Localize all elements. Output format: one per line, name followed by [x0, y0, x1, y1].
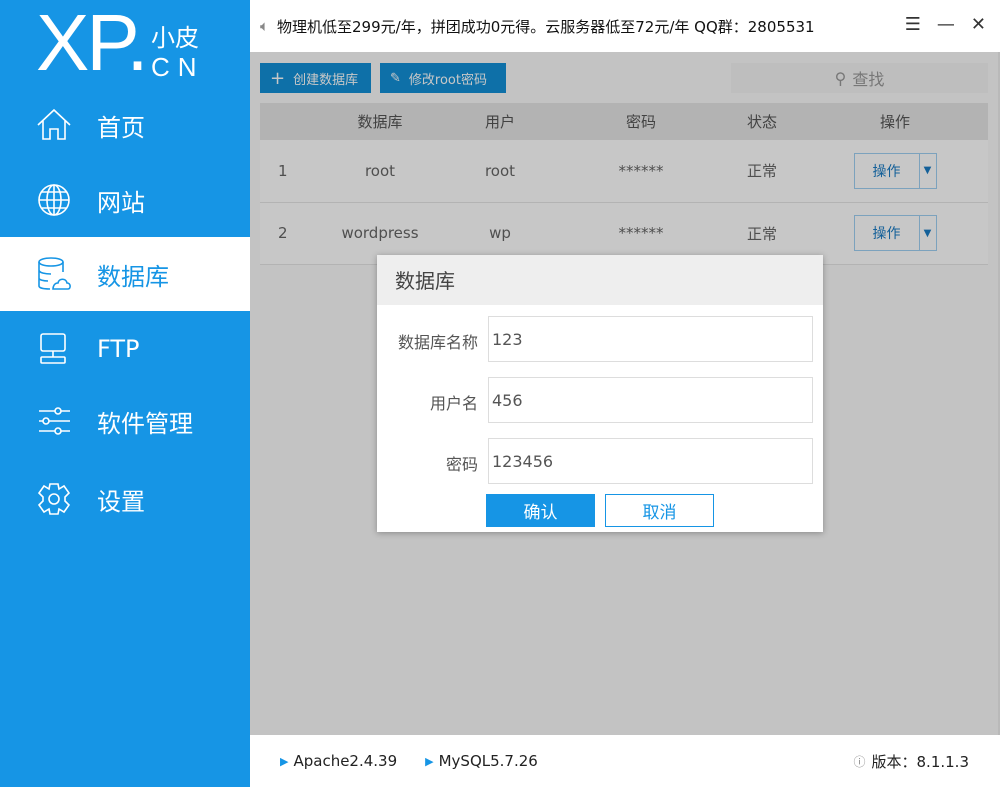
db-name-label: 数据库名称: [397, 333, 478, 352]
logo-main: XP.: [36, 0, 149, 87]
apache-status[interactable]: Apache2.4.39: [293, 752, 397, 770]
database-dialog: 数据库 数据库名称 用户名 密码 确认 取消: [377, 255, 823, 532]
logo-sub: 小皮: [151, 24, 199, 52]
password-label: 密码: [445, 455, 478, 474]
sidebar-item-ftp[interactable]: FTP: [0, 312, 250, 386]
db-name-input[interactable]: [488, 316, 813, 362]
close-icon[interactable]: ✕: [971, 14, 986, 35]
sidebar-item-website[interactable]: 网站: [0, 163, 250, 237]
sidebar-item-label: 首页: [97, 113, 145, 142]
sidebar-item-home[interactable]: 首页: [0, 88, 250, 162]
sidebar-item-label: 数据库: [97, 262, 169, 291]
version-label: 版本：8.1.1.3: [871, 752, 969, 771]
play-icon: ▶: [280, 754, 289, 768]
mysql-status[interactable]: MySQL5.7.26: [439, 752, 538, 770]
sliders-icon: [39, 407, 70, 435]
username-label: 用户名: [429, 394, 478, 413]
username-input[interactable]: [488, 377, 813, 423]
sidebar-item-settings[interactable]: 设置: [0, 462, 250, 536]
menu-icon[interactable]: ☰: [905, 14, 921, 35]
sidebar-item-label: FTP: [97, 335, 140, 363]
top-bar: 🔈︎ 物理机低至299元/年，拼团成功0元得。云服务器低至72元/年 QQ群：2…: [250, 0, 1000, 52]
sidebar-item-label: 网站: [97, 188, 145, 217]
gear-icon: [37, 483, 71, 515]
status-bar: ▶ Apache2.4.39 ▶ MySQL5.7.26 ⓘ 版本：8.1.1.3: [250, 735, 1000, 787]
sidebar-item-label: 软件管理: [97, 409, 193, 438]
sidebar-item-label: 设置: [97, 487, 145, 516]
minimize-icon[interactable]: —: [937, 14, 955, 35]
cancel-button[interactable]: 取消: [605, 494, 714, 527]
sidebar: XP. 小皮 CN 首页 网站 数据库 FTP 软件管理 设置: [0, 0, 250, 787]
logo-sub-cn: CN: [151, 52, 205, 82]
info-icon: ⓘ: [853, 754, 866, 769]
ftp-icon: [40, 333, 66, 364]
notice-text[interactable]: 物理机低至299元/年，拼团成功0元得。云服务器低至72元/年 QQ群：2805…: [277, 16, 815, 37]
sidebar-item-database[interactable]: 数据库: [0, 237, 250, 311]
sidebar-item-software[interactable]: 软件管理: [0, 384, 250, 458]
home-icon: [37, 108, 71, 140]
globe-icon: [38, 184, 70, 216]
speaker-icon: 🔈︎: [260, 17, 270, 35]
database-icon: [38, 257, 71, 290]
confirm-button[interactable]: 确认: [486, 494, 595, 527]
password-input[interactable]: [488, 438, 813, 484]
play-icon: ▶: [425, 754, 434, 768]
dialog-title: 数据库: [377, 255, 823, 305]
